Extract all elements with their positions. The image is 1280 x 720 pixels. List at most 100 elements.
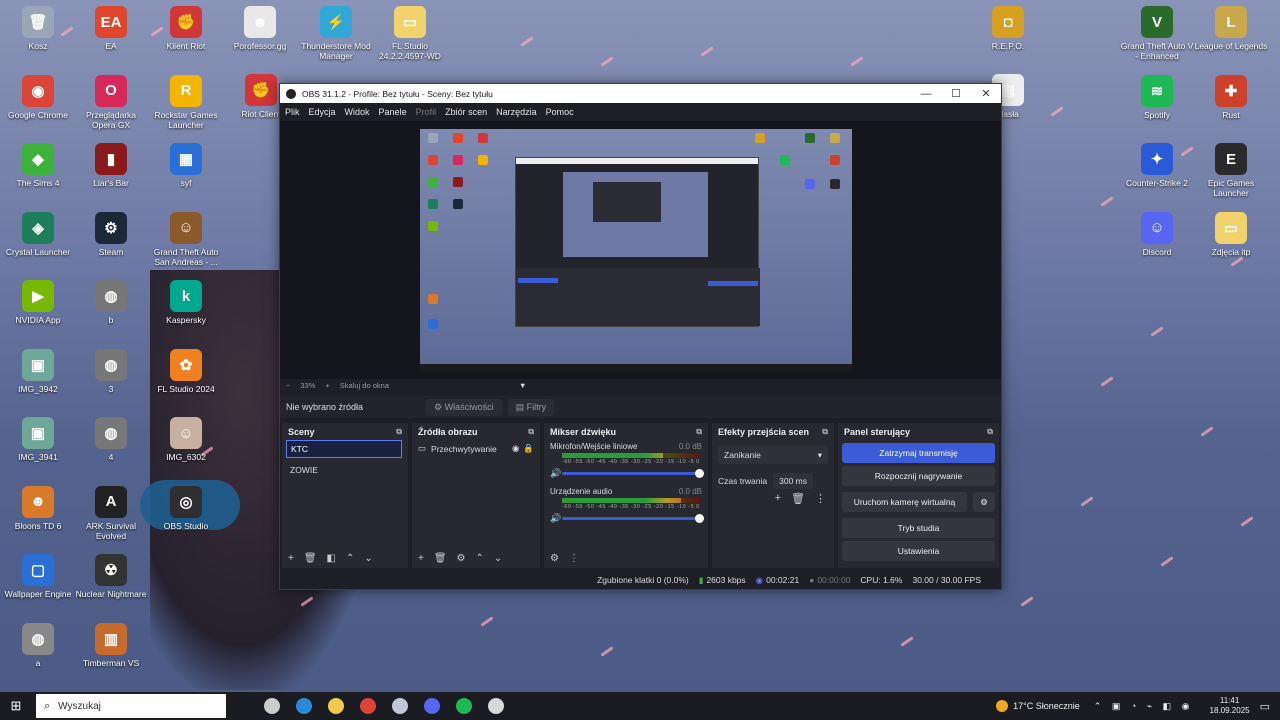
discord-icon[interactable]: [416, 692, 448, 720]
desktop-icon-epic-games-launcher[interactable]: E Epic Games Launcher: [1193, 143, 1269, 198]
gear-icon[interactable]: ⚙: [973, 492, 995, 512]
menu-item-plik[interactable]: Plik: [285, 107, 300, 117]
desktop-icon-kaspersky[interactable]: k Kaspersky: [148, 280, 224, 325]
desktop-icon-discord[interactable]: ☺ Discord: [1119, 211, 1195, 257]
steam-icon[interactable]: [384, 692, 416, 720]
desktop-icon-kosz[interactable]: 🗑 Kosz: [0, 6, 76, 51]
dock-float-icon[interactable]: ⧉: [696, 427, 702, 436]
desktop-icon-crystal-launcher[interactable]: ◈ Crystal Launcher: [0, 211, 76, 257]
desktop-icon-counter-strike-2[interactable]: ✦ Counter-Strike 2: [1119, 143, 1195, 188]
desktop-icon-porofessor-gg[interactable]: ☻ Porofessor.gg: [222, 6, 298, 51]
clock[interactable]: 11:41 18.09.2025: [1210, 696, 1250, 716]
remove-source-icon[interactable]: 🗑: [434, 553, 447, 564]
desktop-icon-4[interactable]: ◍ 4: [73, 417, 149, 462]
windows-start-icon[interactable]: ⊞: [0, 698, 32, 714]
explorer-icon[interactable]: [320, 692, 352, 720]
desktop-icon-fl-studio-2024[interactable]: ✿ FL Studio 2024: [148, 348, 224, 394]
source-settings-icon[interactable]: ⚙: [457, 553, 466, 564]
add-source-button[interactable]: +: [418, 553, 424, 564]
notification-icon[interactable]: ▭: [1260, 700, 1270, 713]
desktop-icon-bloons-td-6[interactable]: ☻ Bloons TD 6: [0, 485, 76, 531]
move-down-icon[interactable]: ⌄: [494, 553, 502, 564]
stream-preview[interactable]: [420, 129, 852, 372]
remove-transition-icon[interactable]: 🗑: [791, 492, 805, 505]
filters-button[interactable]: ▤ Filtry: [507, 398, 555, 416]
add-transition-button[interactable]: +: [775, 492, 781, 505]
desktop-icon-obs-studio[interactable]: ◎ OBS Studio: [148, 485, 224, 531]
desktop-icon-ea[interactable]: EA EA: [73, 6, 149, 51]
desktop-icon-league-of-legends[interactable]: L League of Legends: [1193, 6, 1269, 51]
chevron-down-icon[interactable]: ▼: [519, 381, 526, 390]
minimize-icon[interactable]: —: [911, 88, 941, 100]
speaker-icon[interactable]: 🔊: [550, 468, 562, 479]
volume-slider[interactable]: [562, 514, 704, 523]
scene-filter-icon[interactable]: ◧: [327, 553, 336, 564]
desktop-icon-klient-riot[interactable]: ✊ Klient Riot: [148, 6, 224, 51]
desktop-icon-rust[interactable]: ✚ Rust: [1193, 74, 1269, 120]
obs-titlebar[interactable]: OBS 31.1.2 - Profile: Bez tytułu - Sceny…: [280, 84, 1001, 103]
move-down-icon[interactable]: ⌄: [364, 553, 372, 564]
weather-widget[interactable]: 17°C Słonecznie: [996, 700, 1080, 712]
desktop-icon-zdje-cia-itp[interactable]: ▭ Zdjęcia itp: [1193, 211, 1269, 257]
move-up-icon[interactable]: ⌃: [346, 553, 354, 564]
start-record-button[interactable]: Rozpocznij nagrywanie: [842, 466, 995, 486]
desktop-icon-thunderstore-mod-manager[interactable]: ⚡ Thunderstore Mod Manager: [298, 6, 374, 61]
transition-select[interactable]: Zanikanie ▾: [718, 446, 828, 464]
desktop-icon-spotify[interactable]: ≋ Spotify: [1119, 74, 1195, 120]
desktop-icon-przegla-darka-opera-gx[interactable]: O Przeglądarka Opera GX: [73, 74, 149, 130]
dock-float-icon[interactable]: ⧉: [396, 427, 402, 436]
task-view-icon[interactable]: [256, 692, 288, 720]
stop-stream-button[interactable]: Zatrzymaj transmisję: [842, 443, 995, 463]
menu-item-pomoc[interactable]: Pomoc: [546, 107, 574, 117]
duration-input[interactable]: 300 ms: [773, 473, 814, 489]
desktop-icon-r-e-p-o[interactable]: ◘ R.E.P.O.: [970, 6, 1046, 51]
desktop-icon-google-chrome[interactable]: ◉ Google Chrome: [0, 74, 76, 120]
desktop-icon-timberman-vs[interactable]: ▥ Timberman VS: [73, 622, 149, 668]
desktop-icon-3[interactable]: ◍ 3: [73, 348, 149, 394]
properties-button[interactable]: ⚙ Właściwości: [426, 398, 502, 416]
edge-icon[interactable]: [288, 692, 320, 720]
desktop-icon-wallpaper-engine[interactable]: ▢ Wallpaper Engine: [0, 554, 76, 599]
menu-item-widok[interactable]: Widok: [345, 107, 370, 117]
dock-float-icon[interactable]: ⧉: [987, 427, 993, 436]
desktop-icon-img_6302[interactable]: ☺ IMG_6302: [148, 417, 224, 462]
more-options-icon[interactable]: ⋮: [815, 492, 826, 505]
spotify-icon[interactable]: [448, 692, 480, 720]
studio-mode-button[interactable]: Tryb studia: [842, 518, 995, 538]
search-box[interactable]: ⌕ Wyszukaj: [36, 694, 226, 718]
desktop-icon-syf[interactable]: ▦ syf: [148, 143, 224, 188]
desktop-icon-the-sims-4[interactable]: ◆ The Sims 4: [0, 143, 76, 188]
desktop-icon-grand-theft-auto-v-enhanced[interactable]: V Grand Theft Auto V - Enhanced: [1119, 6, 1195, 61]
chrome-icon[interactable]: [352, 692, 384, 720]
speaker-icon[interactable]: 🔊: [550, 513, 562, 524]
desktop-icon-nvidia-app[interactable]: ▶ NVIDIA App: [0, 280, 76, 325]
scene-item-zowie[interactable]: ZOWIE: [286, 462, 402, 478]
visibility-eye-icon[interactable]: ◉: [512, 443, 519, 454]
remove-scene-icon[interactable]: 🗑: [304, 553, 317, 564]
move-up-icon[interactable]: ⌃: [476, 553, 484, 564]
settings-button[interactable]: Ustawienia: [842, 541, 995, 561]
desktop-icon-rockstar-games-launcher[interactable]: R Rockstar Games Launcher: [148, 74, 224, 130]
menu-item-profil[interactable]: Profil: [416, 107, 437, 117]
more-options-icon[interactable]: ⋮: [569, 553, 579, 564]
menu-item-panele[interactable]: Panele: [379, 107, 407, 117]
mixer-settings-icon[interactable]: ⚙: [550, 553, 559, 564]
desktop-icon-img_3942[interactable]: ▣ IMG_3942: [0, 348, 76, 394]
menu-item-narzedzia[interactable]: Narzędzia: [496, 107, 537, 117]
obs-icon[interactable]: [480, 692, 512, 720]
scale-mode[interactable]: Skaluj do okna: [340, 381, 389, 390]
zoom-out-button[interactable]: −: [286, 381, 290, 390]
desktop-icon-grand-theft-auto-san-andreas[interactable]: ☺ Grand Theft Auto San Andreas - ...: [148, 211, 224, 267]
desktop-icon-b[interactable]: ◍ b: [73, 280, 149, 325]
desktop-icon-fl-studio-24-2-2-4597-wd[interactable]: ▭ FL Studio 24.2.2.4597-WD: [372, 6, 448, 61]
close-icon[interactable]: ✕: [971, 87, 1001, 100]
menu-item-edycja[interactable]: Edycja: [309, 107, 336, 117]
desktop-icon-nuclear-nightmare[interactable]: ☢ Nuclear Nightmare: [73, 554, 149, 599]
source-item[interactable]: ▭ Przechwytywanie ◉ 🔒: [412, 440, 540, 457]
zoom-in-button[interactable]: +: [325, 381, 329, 390]
desktop-icon-img_3941[interactable]: ▣ IMG_3941: [0, 417, 76, 462]
lock-icon[interactable]: 🔒: [523, 443, 534, 454]
desktop-icon-ark-survival-evolved[interactable]: A ARK Survival Evolved: [73, 485, 149, 541]
desktop-icon-a[interactable]: ◍ a: [0, 622, 76, 668]
add-scene-button[interactable]: +: [288, 553, 294, 564]
